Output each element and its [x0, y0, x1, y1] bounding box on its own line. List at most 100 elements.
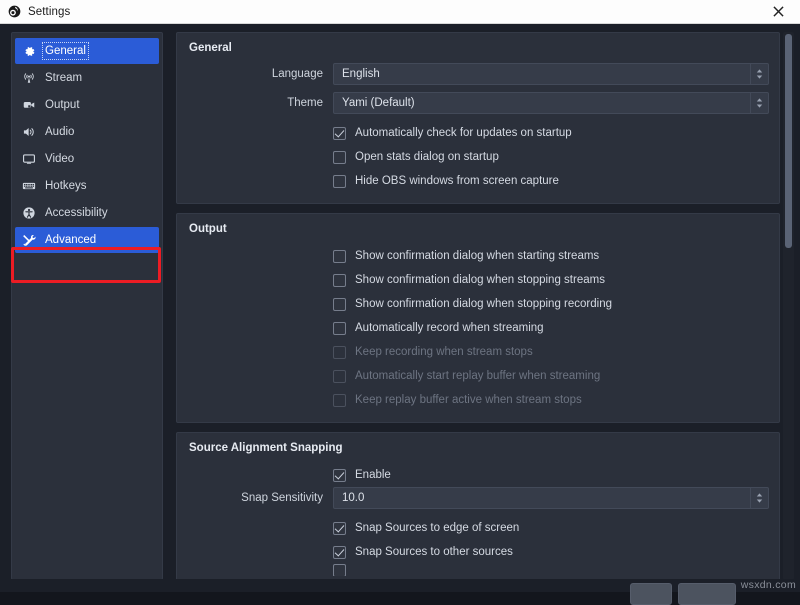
dialog-button-bar: [0, 579, 800, 592]
scrollbar-thumb[interactable]: [785, 34, 792, 248]
checkbox-row-keep-recording: Keep recording when stream stops: [187, 340, 769, 364]
sidebar-item-audio[interactable]: Audio: [15, 119, 159, 145]
snap-sensitivity-label: Snap Sensitivity: [187, 492, 333, 504]
sidebar-item-video[interactable]: Video: [15, 146, 159, 172]
group-output: Output Show confirmation dialog when sta…: [176, 213, 780, 423]
sidebar-item-hotkeys[interactable]: Hotkeys: [15, 173, 159, 199]
language-label: Language: [187, 68, 333, 80]
confirm-stop-recording-checkbox[interactable]: [333, 298, 346, 311]
checkbox-row-snap-edge-of-screen[interactable]: Snap Sources to edge of screen: [187, 516, 769, 540]
dialog-button-primary[interactable]: [630, 583, 672, 605]
snap-edge-of-screen-label: Snap Sources to edge of screen: [355, 522, 519, 534]
checkbox-row-confirm-stop-stream[interactable]: Show confirmation dialog when stopping s…: [187, 268, 769, 292]
snap-other-sources-checkbox[interactable]: [333, 546, 346, 559]
snapping-enable-checkbox[interactable]: [333, 469, 346, 482]
keyboard-icon: [21, 178, 37, 194]
sidebar-item-label: Accessibility: [45, 207, 108, 219]
snap-sensitivity-value: 10.0: [334, 492, 750, 504]
checkbox-row-snap-other-sources[interactable]: Snap Sources to other sources: [187, 540, 769, 564]
tools-icon: [21, 232, 37, 248]
theme-select[interactable]: Yami (Default): [333, 92, 769, 114]
checkbox-row-clipped[interactable]: [187, 564, 769, 576]
sidebar-item-label: Output: [45, 99, 80, 111]
checkbox-row-confirm-stop-recording[interactable]: Show confirmation dialog when stopping r…: [187, 292, 769, 316]
confirm-start-stream-label: Show confirmation dialog when starting s…: [355, 250, 599, 262]
sidebar-item-label: Video: [45, 153, 74, 165]
snap-edge-of-screen-checkbox[interactable]: [333, 522, 346, 535]
checkbox-row-auto-replay-buffer: Automatically start replay buffer when s…: [187, 364, 769, 388]
confirm-start-stream-checkbox[interactable]: [333, 250, 346, 263]
confirm-stop-stream-checkbox[interactable]: [333, 274, 346, 287]
sidebar-item-label: Stream: [45, 72, 82, 84]
hide-obs-windows-label: Hide OBS windows from screen capture: [355, 175, 559, 187]
settings-content: General Stream: [0, 24, 800, 579]
keep-replay-buffer-label: Keep replay buffer active when stream st…: [355, 394, 582, 406]
close-icon[interactable]: [756, 0, 800, 23]
keep-recording-checkbox: [333, 346, 346, 359]
settings-scroll-area: General Language English Theme: [176, 32, 780, 580]
open-stats-label: Open stats dialog on startup: [355, 151, 499, 163]
language-value: English: [334, 68, 750, 80]
sidebar-item-label: Hotkeys: [45, 180, 87, 192]
settings-window: Settings General: [0, 0, 800, 592]
sidebar-item-label: Audio: [45, 126, 74, 138]
group-source-alignment-snapping: Source Alignment Snapping Enable Snap Se…: [176, 432, 780, 580]
auto-replay-buffer-checkbox: [333, 370, 346, 383]
accessibility-icon: [21, 205, 37, 221]
settings-pane: General Language English Theme: [176, 32, 794, 580]
sidebar-item-stream[interactable]: Stream: [15, 65, 159, 91]
group-title: General: [189, 42, 769, 54]
dialog-button-secondary[interactable]: [678, 583, 736, 605]
broadcast-icon: [21, 70, 37, 86]
auto-update-checkbox[interactable]: [333, 127, 346, 140]
checkbox-row-auto-record[interactable]: Automatically record when streaming: [187, 316, 769, 340]
checkbox-row-hide-obs-windows[interactable]: Hide OBS windows from screen capture: [187, 169, 769, 193]
video-camera-icon: [21, 97, 37, 113]
snap-other-sources-label: Snap Sources to other sources: [355, 546, 513, 558]
sidebar-item-accessibility[interactable]: Accessibility: [15, 200, 159, 226]
group-general: General Language English Theme: [176, 32, 780, 204]
vertical-scrollbar[interactable]: [783, 32, 794, 580]
window-title: Settings: [28, 6, 70, 18]
theme-value: Yami (Default): [334, 97, 750, 109]
title-bar: Settings: [0, 0, 800, 24]
language-spinner[interactable]: [750, 64, 768, 84]
hide-obs-windows-checkbox[interactable]: [333, 175, 346, 188]
sidebar-item-general[interactable]: General: [15, 38, 159, 64]
auto-record-checkbox[interactable]: [333, 322, 346, 335]
checkbox-row-snapping-enable[interactable]: Enable: [187, 463, 769, 487]
group-title: Output: [189, 223, 769, 235]
checkbox-row-confirm-start-stream[interactable]: Show confirmation dialog when starting s…: [187, 244, 769, 268]
snap-sensitivity-row: Snap Sensitivity 10.0: [187, 487, 769, 509]
language-select[interactable]: English: [333, 63, 769, 85]
snap-sensitivity-input[interactable]: 10.0: [333, 487, 769, 509]
confirm-stop-stream-label: Show confirmation dialog when stopping s…: [355, 274, 605, 286]
checkbox-row-open-stats[interactable]: Open stats dialog on startup: [187, 145, 769, 169]
sidebar-item-output[interactable]: Output: [15, 92, 159, 118]
group-title: Source Alignment Snapping: [189, 442, 769, 454]
sidebar-item-label: General: [45, 45, 86, 57]
watermark: wsxdn.com: [741, 579, 796, 591]
auto-replay-buffer-label: Automatically start replay buffer when s…: [355, 370, 600, 382]
theme-spinner[interactable]: [750, 93, 768, 113]
keep-recording-label: Keep recording when stream stops: [355, 346, 533, 358]
monitor-icon: [21, 151, 37, 167]
speaker-icon: [21, 124, 37, 140]
theme-label: Theme: [187, 97, 333, 109]
confirm-stop-recording-label: Show confirmation dialog when stopping r…: [355, 298, 612, 310]
checkbox-row-auto-update[interactable]: Automatically check for updates on start…: [187, 121, 769, 145]
open-stats-checkbox[interactable]: [333, 151, 346, 164]
gear-icon: [21, 43, 37, 59]
snapping-enable-label: Enable: [355, 469, 391, 481]
obs-logo-icon: [8, 5, 21, 18]
auto-update-label: Automatically check for updates on start…: [355, 127, 572, 139]
sidebar-item-label: Advanced: [45, 234, 96, 246]
auto-record-label: Automatically record when streaming: [355, 322, 544, 334]
keep-replay-buffer-checkbox: [333, 394, 346, 407]
snap-sensitivity-spinner[interactable]: [750, 488, 768, 508]
settings-sidebar: General Stream: [11, 32, 163, 580]
sidebar-item-advanced[interactable]: Advanced: [15, 227, 159, 253]
language-row: Language English: [187, 63, 769, 85]
theme-row: Theme Yami (Default): [187, 92, 769, 114]
clipped-checkbox[interactable]: [333, 564, 346, 576]
